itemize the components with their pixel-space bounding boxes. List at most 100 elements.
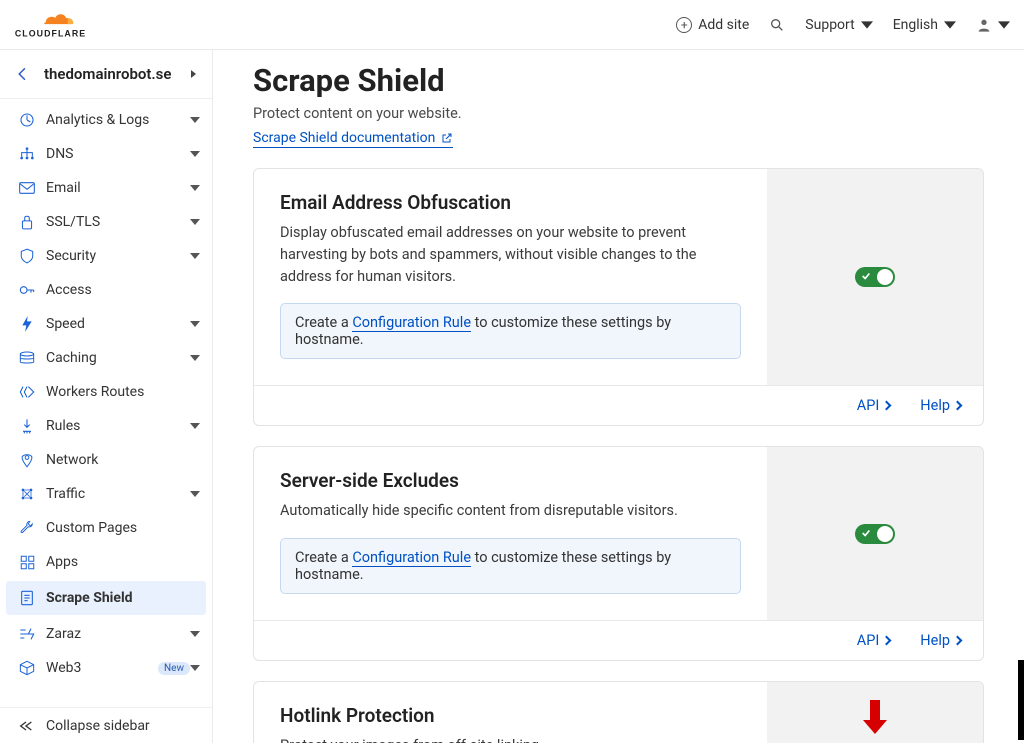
help-link[interactable]: Help — [920, 397, 961, 414]
sidebar-item-web3[interactable]: Web3 New — [0, 651, 212, 685]
api-link[interactable]: API — [857, 397, 891, 414]
traffic-icon — [18, 485, 36, 503]
sidebar-item-email[interactable]: Email — [0, 171, 212, 205]
sidebar-item-label: Custom Pages — [46, 520, 200, 536]
zaraz-icon — [18, 625, 36, 643]
account-dropdown[interactable] — [976, 17, 1010, 33]
caret-right-icon — [882, 636, 892, 646]
sidebar-item-label: DNS — [46, 146, 190, 162]
sidebar-item-label: Traffic — [46, 486, 190, 502]
chevron-down-icon — [190, 149, 200, 159]
chevron-down-icon — [190, 251, 200, 261]
check-icon — [861, 271, 871, 281]
support-dropdown[interactable]: Support — [805, 17, 872, 33]
add-site-button[interactable]: + Add site — [676, 17, 749, 33]
card-title: Server-side Excludes — [280, 469, 741, 492]
chevron-down-icon — [190, 629, 200, 639]
sidebar-item-label: Security — [46, 248, 190, 264]
sidebar-item-label: SSL/TLS — [46, 214, 190, 230]
chevron-down-icon — [190, 319, 200, 329]
caret-right-icon — [953, 401, 963, 411]
sidebar-item-apps[interactable]: Apps — [0, 545, 212, 579]
external-link-icon — [441, 132, 453, 144]
sidebar-item-scrapeshield[interactable]: Scrape Shield — [6, 581, 206, 615]
plus-circle-icon: + — [676, 17, 692, 33]
shield-icon — [18, 247, 36, 265]
apps-icon — [18, 553, 36, 571]
sidebar-item-network[interactable]: Network — [0, 443, 212, 477]
card-footer: API Help — [254, 620, 983, 660]
user-icon — [976, 17, 992, 33]
sidebar-item-label: Rules — [46, 418, 190, 434]
card-server-side-excludes: Server-side Excludes Automatically hide … — [253, 446, 984, 661]
svg-text:CLOUDFLARE: CLOUDFLARE — [15, 28, 86, 38]
pin-icon — [18, 451, 36, 469]
configuration-rule-link[interactable]: Configuration Rule — [352, 549, 471, 567]
api-link[interactable]: API — [857, 632, 891, 649]
toggle-email-obfuscation[interactable] — [855, 267, 895, 287]
database-icon — [18, 349, 36, 367]
cloudflare-logo[interactable]: CLOUDFLARE — [14, 10, 104, 40]
toggle-server-side-excludes[interactable] — [855, 524, 895, 544]
sidebar-item-speed[interactable]: Speed — [0, 307, 212, 341]
configuration-rule-link[interactable]: Configuration Rule — [352, 314, 471, 332]
caret-right-icon — [953, 636, 963, 646]
scrollbar-fragment — [1018, 660, 1024, 740]
sidebar-item-zaraz[interactable]: Zaraz — [0, 617, 212, 651]
sidebar-item-access[interactable]: Access — [0, 273, 212, 307]
page-title: Scrape Shield — [253, 62, 984, 99]
collapse-icon — [18, 720, 34, 732]
card-footer: API Help — [254, 385, 983, 425]
sidebar-item-security[interactable]: Security — [0, 239, 212, 273]
workers-icon — [18, 383, 36, 401]
cube-icon — [18, 659, 36, 677]
chevron-down-icon — [190, 183, 200, 193]
document-icon — [18, 589, 36, 607]
caret-right-icon — [190, 69, 198, 79]
collapse-sidebar-button[interactable]: Collapse sidebar — [0, 707, 212, 743]
sidebar-item-label: Caching — [46, 350, 190, 366]
documentation-link-label: Scrape Shield documentation — [253, 130, 435, 146]
add-site-label: Add site — [698, 17, 749, 33]
search-button[interactable] — [769, 17, 785, 33]
chevron-down-icon — [190, 663, 200, 673]
sidebar-item-traffic[interactable]: Traffic — [0, 477, 212, 511]
back-arrow-icon[interactable] — [14, 65, 32, 83]
sidebar-item-rules[interactable]: Rules — [0, 409, 212, 443]
card-hotlink-protection: Hotlink Protection Protect your images f… — [253, 681, 984, 743]
wrench-icon — [18, 519, 36, 537]
language-dropdown[interactable]: English — [893, 17, 956, 33]
chevron-down-icon — [190, 421, 200, 431]
caret-right-icon — [882, 401, 892, 411]
chevron-down-icon — [190, 217, 200, 227]
sidebar-item-analytics[interactable]: Analytics & Logs — [0, 103, 212, 137]
nav-list: Analytics & Logs DNS Email SSL/TLS Secur… — [0, 99, 212, 707]
language-label: English — [893, 17, 938, 33]
card-email-obfuscation: Email Address Obfuscation Display obfusc… — [253, 168, 984, 426]
sidebar-item-label: Web3 — [46, 660, 154, 676]
configuration-rule-hint: Create a Configuration Rule to customize… — [280, 303, 741, 359]
analytics-icon — [18, 111, 36, 129]
chevron-down-icon — [190, 115, 200, 125]
card-description: Protect your images from off-site linkin… — [280, 735, 741, 743]
sidebar-item-dns[interactable]: DNS — [0, 137, 212, 171]
caret-down-icon — [998, 19, 1010, 31]
topbar-right: + Add site Support English — [676, 17, 1010, 33]
search-icon — [769, 17, 785, 33]
collapse-label: Collapse sidebar — [46, 718, 150, 734]
sidebar-item-workers[interactable]: Workers Routes — [0, 375, 212, 409]
caret-down-icon — [861, 19, 873, 31]
annotation-arrow-icon — [863, 700, 887, 734]
domain-name: thedomainrobot.se — [44, 65, 178, 83]
documentation-link[interactable]: Scrape Shield documentation — [253, 130, 453, 148]
sidebar-item-label: Workers Routes — [46, 384, 200, 400]
card-title: Email Address Obfuscation — [280, 191, 741, 214]
access-icon — [18, 281, 36, 299]
lock-icon — [18, 213, 36, 231]
sidebar-item-caching[interactable]: Caching — [0, 341, 212, 375]
domain-selector[interactable]: thedomainrobot.se — [0, 50, 212, 99]
sidebar-item-custompages[interactable]: Custom Pages — [0, 511, 212, 545]
help-link[interactable]: Help — [920, 632, 961, 649]
sidebar-item-ssl[interactable]: SSL/TLS — [0, 205, 212, 239]
card-title: Hotlink Protection — [280, 704, 741, 727]
